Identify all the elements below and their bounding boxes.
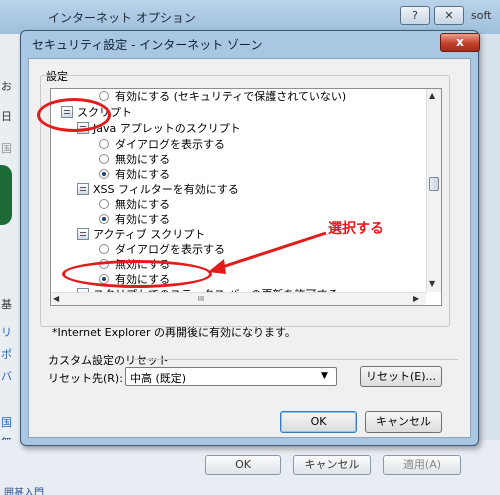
fragment: リ	[1, 326, 12, 339]
reset-separator	[133, 359, 458, 360]
radio-button[interactable]	[99, 199, 109, 209]
background-fragment: soft	[471, 9, 492, 22]
radio-button[interactable]	[99, 154, 109, 164]
scroll-thumb[interactable]	[429, 177, 439, 191]
reset-level-select[interactable]: 中高 (既定) ▼	[125, 367, 337, 386]
radio-button-selected[interactable]	[99, 169, 109, 179]
annotation-text: 選択する	[328, 221, 384, 237]
vertical-scrollbar[interactable]: ▲ ▼	[426, 89, 441, 292]
scroll-right-icon[interactable]: ▶	[413, 294, 419, 303]
background-left-strip: お 日 国 基 リ ポ バ 国 無	[0, 34, 22, 495]
list-item-label: 無効にする	[115, 153, 171, 166]
list-item-label: ダイアログを表示する	[115, 138, 225, 151]
dialog-title: セキュリティ設定 - インターネット ゾーン	[32, 38, 263, 52]
fragment: 日	[1, 110, 12, 123]
list-item-label: 有効にする	[115, 168, 171, 181]
reset-level-value: 中高 (既定)	[130, 372, 187, 385]
radio-button[interactable]	[99, 244, 109, 254]
chevron-down-icon[interactable]: ▼	[321, 371, 328, 381]
scroll-up-icon[interactable]: ▲	[429, 91, 435, 100]
fragment: 国	[1, 142, 12, 155]
background-right-strip	[478, 34, 500, 495]
reset-section-label: カスタム設定のリセット	[48, 354, 169, 367]
setting-icon	[77, 228, 89, 240]
fragment: バ	[1, 370, 12, 383]
cancel-button[interactable]: キャンセル	[365, 411, 442, 433]
setting-icon	[77, 183, 89, 195]
restart-note: *Internet Explorer の再開後に有効になります。	[52, 326, 296, 339]
annotation-arrow	[208, 231, 327, 274]
highlight-oval-script	[37, 98, 111, 132]
background-apply-button[interactable]: 適用(A)	[383, 455, 461, 475]
background-logo-shape	[0, 165, 12, 225]
radio-button[interactable]	[99, 139, 109, 149]
dialog-titlebar: セキュリティ設定 - インターネット ゾーン x	[20, 30, 480, 58]
radio-button[interactable]	[99, 91, 109, 101]
fragment: 基	[1, 298, 12, 311]
reset-button[interactable]: リセット(E)...	[360, 366, 442, 387]
scroll-down-icon[interactable]: ▼	[429, 279, 435, 288]
fragment: 国	[1, 416, 12, 429]
scroll-thumb-grip[interactable]: III	[181, 294, 221, 304]
reset-to-label: リセット先(R):	[48, 372, 123, 385]
list-item-label: アクティブ スクリプト	[93, 228, 206, 241]
background-bottom-text: 囲甚入門	[4, 488, 44, 495]
background-ok-button[interactable]: OK	[205, 455, 281, 475]
list-item-label: 無効にする	[115, 198, 171, 211]
list-item-label: 有効にする	[115, 213, 171, 226]
list-item-label: Java アプレットのスクリプト	[93, 122, 241, 135]
dialog-close-button[interactable]: x	[440, 33, 480, 52]
background-window-title: インターネット オプション	[48, 11, 196, 25]
horizontal-scrollbar[interactable]: ◀ III ▶	[51, 292, 426, 305]
background-cancel-button[interactable]: キャンセル	[293, 455, 371, 475]
list-item-label: XSS フィルターを有効にする	[93, 183, 239, 196]
list-item-label: 有効にする (セキュリティで保護されていない)	[115, 90, 347, 103]
fragment: お	[1, 80, 12, 93]
scroll-left-icon[interactable]: ◀	[53, 294, 59, 303]
background-close-button[interactable]: ✕	[434, 6, 464, 25]
help-button[interactable]: ?	[400, 6, 430, 25]
radio-button-selected[interactable]	[99, 214, 109, 224]
ok-button[interactable]: OK	[280, 411, 357, 433]
fragment: ポ	[1, 348, 12, 361]
highlight-oval-enable	[62, 260, 212, 288]
background-window-titlebar: インターネット オプション ? ✕ soft	[0, 0, 500, 34]
